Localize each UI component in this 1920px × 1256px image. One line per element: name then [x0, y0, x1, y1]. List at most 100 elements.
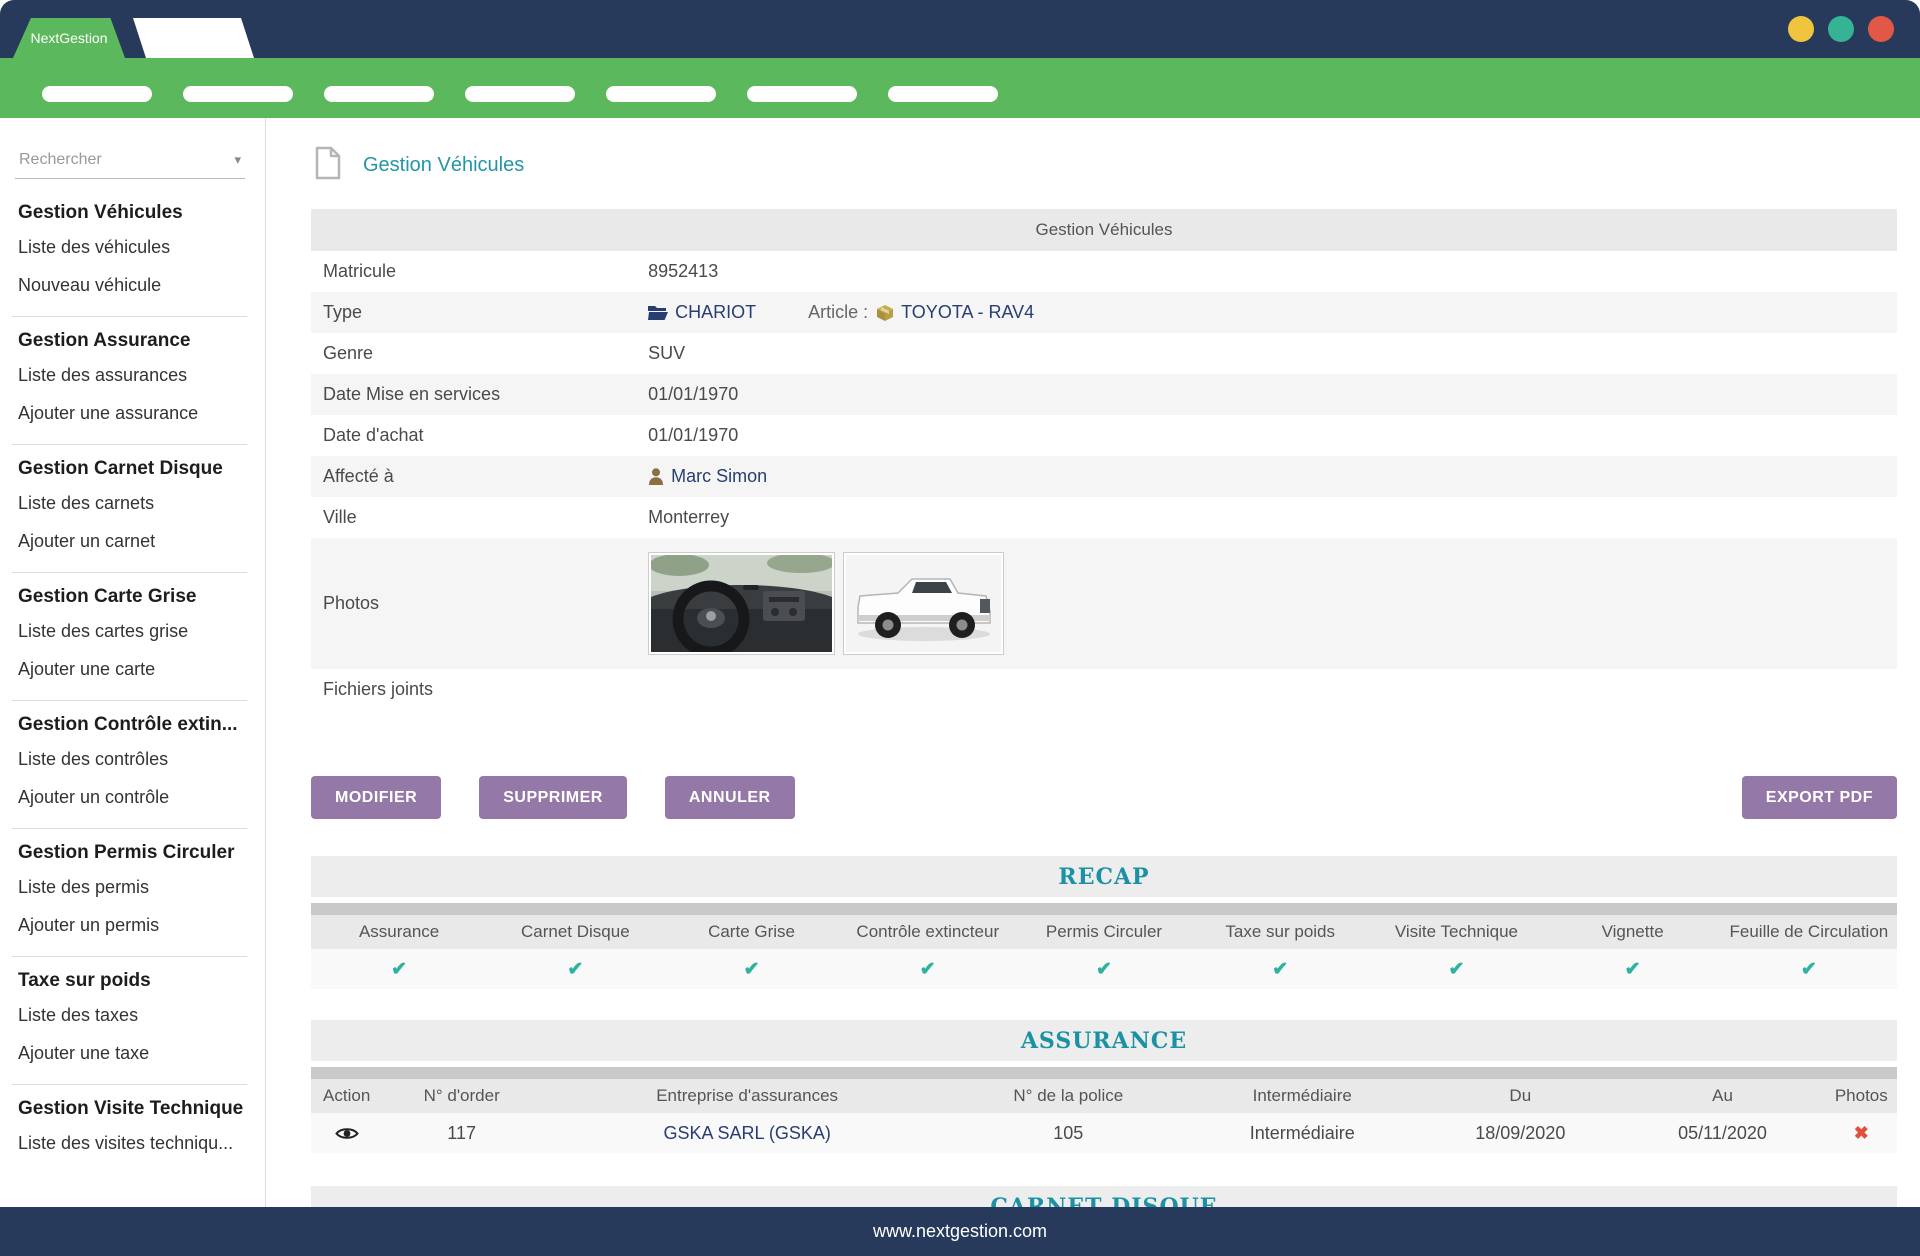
sidebar-item-liste-controles[interactable]: Liste des contrôles	[0, 741, 265, 779]
recap-col-permis: Permis Circuler	[1016, 915, 1192, 949]
photos-label: Photos	[311, 538, 636, 669]
sidebar-group-header: Gestion Visite Technique	[0, 1085, 265, 1125]
assurance-order: 117	[382, 1113, 541, 1153]
sidebar-group-visite: Gestion Visite Technique Liste des visit…	[0, 1085, 265, 1163]
sidebar-group-taxe: Taxe sur poids Liste des taxes Ajouter u…	[0, 957, 265, 1085]
sidebar-group-carte-grise: Gestion Carte Grise Liste des cartes gri…	[0, 573, 265, 701]
assurance-col-action: Action	[311, 1079, 382, 1113]
sidebar-item-ajouter-taxe[interactable]: Ajouter une taxe	[0, 1035, 265, 1073]
nav-pill-5[interactable]	[606, 86, 716, 102]
type-label: Type	[311, 292, 636, 333]
sidebar-item-ajouter-controle[interactable]: Ajouter un contrôle	[0, 779, 265, 817]
assurance-intermediaire: Intermédiaire	[1183, 1113, 1421, 1153]
photo-interior-thumb[interactable]	[648, 552, 835, 655]
assurance-col-au: Au	[1619, 1079, 1825, 1113]
row-matricule: Matricule 8952413	[311, 251, 1897, 292]
sidebar-item-ajouter-carte[interactable]: Ajouter une carte	[0, 651, 265, 689]
minimize-button[interactable]	[1788, 16, 1814, 42]
assurance-col-du: Du	[1421, 1079, 1619, 1113]
actions-row: MODIFIER SUPPRIMER ANNULER EXPORT PDF	[311, 776, 1897, 819]
assurance-police: 105	[953, 1113, 1183, 1153]
footer-link[interactable]: www.nextgestion.com	[873, 1221, 1047, 1242]
assurance-data-row: 117 GSKA SARL (GSKA) 105 Intermédiaire 1…	[311, 1113, 1897, 1153]
brand-tab[interactable]: NextGestion	[13, 18, 125, 58]
sidebar-item-liste-permis[interactable]: Liste des permis	[0, 869, 265, 907]
ville-label: Ville	[311, 497, 636, 538]
assurance-col-police: N° de la police	[953, 1079, 1183, 1113]
assurance-au: 05/11/2020	[1619, 1113, 1825, 1153]
sidebar-item-liste-carnets[interactable]: Liste des carnets	[0, 485, 265, 523]
annuler-button[interactable]: ANNULER	[665, 776, 795, 819]
recap-col-controle: Contrôle extincteur	[840, 915, 1016, 949]
blank-tab[interactable]	[133, 18, 254, 58]
recap-col-taxe: Taxe sur poids	[1192, 915, 1368, 949]
genre-value: SUV	[636, 333, 1897, 374]
sidebar-group-header: Gestion Véhicules	[0, 189, 265, 229]
affecte-link[interactable]: Marc Simon	[648, 466, 1885, 487]
main-nav	[0, 58, 1920, 118]
main-content: Gestion Véhicules Gestion Véhicules Matr…	[266, 118, 1920, 1207]
nav-pill-7[interactable]	[888, 86, 998, 102]
carnet-title: CARNET DISQUE	[311, 1186, 1897, 1207]
check-icon: ✔	[920, 959, 936, 980]
assurance-table: Action N° d'order Entreprise d'assurance…	[311, 1079, 1897, 1153]
titlebar: NextGestion	[0, 0, 1920, 58]
recap-col-feuille: Feuille de Circulation	[1721, 915, 1897, 949]
check-icon: ✔	[1801, 959, 1817, 980]
nav-pill-3[interactable]	[324, 86, 434, 102]
photo-truck-thumb[interactable]	[843, 552, 1004, 655]
check-icon: ✔	[391, 959, 407, 980]
modifier-button[interactable]: MODIFIER	[311, 776, 441, 819]
sidebar-item-ajouter-permis[interactable]: Ajouter un permis	[0, 907, 265, 945]
sidebar-item-nouveau-vehicule[interactable]: Nouveau véhicule	[0, 267, 265, 305]
ville-value: Monterrey	[636, 497, 1897, 538]
fichiers-label: Fichiers joints	[311, 669, 636, 710]
window-controls	[1788, 16, 1894, 42]
sidebar-group-vehicules: Gestion Véhicules Liste des véhicules No…	[0, 189, 265, 317]
folder-icon	[648, 305, 668, 320]
row-affecte: Affecté à Marc Simon	[311, 456, 1897, 497]
row-ville: Ville Monterrey	[311, 497, 1897, 538]
sidebar-item-ajouter-assurance[interactable]: Ajouter une assurance	[0, 395, 265, 433]
maximize-button[interactable]	[1828, 16, 1854, 42]
recap-table: Assurance Carnet Disque Carte Grise Cont…	[311, 915, 1897, 989]
sidebar-group-permis: Gestion Permis Circuler Liste des permis…	[0, 829, 265, 957]
matricule-label: Matricule	[311, 251, 636, 292]
matricule-value: 8952413	[636, 251, 1897, 292]
sidebar-item-liste-taxes[interactable]: Liste des taxes	[0, 997, 265, 1035]
sidebar-item-liste-vehicules[interactable]: Liste des véhicules	[0, 229, 265, 267]
sidebar-item-liste-cartes[interactable]: Liste des cartes grise	[0, 613, 265, 651]
assurance-entreprise-link[interactable]: GSKA SARL (GSKA)	[663, 1123, 830, 1143]
delete-photo-icon[interactable]: ✖	[1854, 1123, 1869, 1143]
check-icon: ✔	[1272, 959, 1288, 980]
search-input[interactable]: Rechercher ▾	[15, 142, 245, 179]
nav-pill-6[interactable]	[747, 86, 857, 102]
sidebar-group-header: Gestion Assurance	[0, 317, 265, 357]
footer: www.nextgestion.com	[0, 1207, 1920, 1256]
recap-col-assurance: Assurance	[311, 915, 487, 949]
export-pdf-button[interactable]: EXPORT PDF	[1742, 776, 1897, 819]
close-button[interactable]	[1868, 16, 1894, 42]
eye-icon[interactable]	[335, 1126, 359, 1141]
supprimer-button[interactable]: SUPPRIMER	[479, 776, 627, 819]
sidebar-item-liste-visites[interactable]: Liste des visites techniqu...	[0, 1125, 265, 1163]
sidebar-group-header: Gestion Permis Circuler	[0, 829, 265, 869]
assurance-section: ASSURANCE Action N° d'order Entreprise d…	[311, 1020, 1897, 1153]
type-link[interactable]: CHARIOT	[648, 302, 756, 323]
sidebar-item-liste-assurances[interactable]: Liste des assurances	[0, 357, 265, 395]
date-achat-value: 01/01/1970	[636, 415, 1897, 456]
nav-pill-2[interactable]	[183, 86, 293, 102]
package-icon	[876, 304, 894, 322]
recap-section: RECAP Assurance Carnet Disque Carte Gris…	[311, 856, 1897, 989]
sidebar-item-ajouter-carnet[interactable]: Ajouter un carnet	[0, 523, 265, 561]
vehicle-details-table: Gestion Véhicules Matricule 8952413 Type	[311, 209, 1897, 710]
sidebar-group-assurance: Gestion Assurance Liste des assurances A…	[0, 317, 265, 445]
page-title: Gestion Véhicules	[363, 154, 524, 177]
nav-pill-4[interactable]	[465, 86, 575, 102]
page-head: Gestion Véhicules	[315, 146, 1897, 185]
check-icon: ✔	[1625, 959, 1641, 980]
assurance-title: ASSURANCE	[311, 1020, 1897, 1061]
affecte-label: Affecté à	[311, 456, 636, 497]
article-link[interactable]: TOYOTA - RAV4	[876, 302, 1034, 323]
nav-pill-1[interactable]	[42, 86, 152, 102]
